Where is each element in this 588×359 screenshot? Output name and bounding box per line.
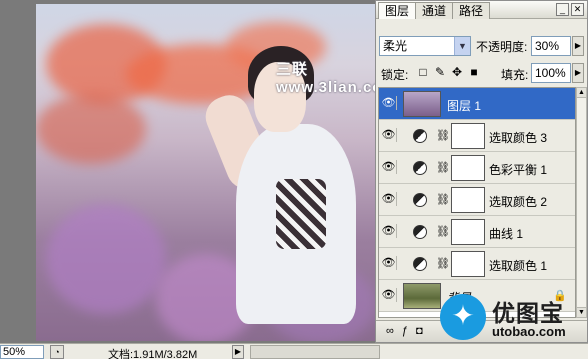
eye-icon[interactable]: 👁 (381, 224, 397, 238)
opacity-label: 不透明度: (476, 40, 528, 54)
tab-channels[interactable]: 通道 (415, 2, 454, 19)
lock-all-icon[interactable]: ■ (468, 66, 480, 79)
layer-name: 图层 1 (447, 99, 482, 113)
shirt-print (276, 179, 326, 249)
document-image[interactable] (36, 4, 378, 341)
layer-mask-thumbnail[interactable] (451, 155, 485, 181)
photoshop-window: 三联 www.3lian.com 图层 通道 路径 _ ✕ 柔光 ▼ 不透明度:… (0, 0, 588, 359)
layer-row[interactable]: 👁 ⛓ 选取颜色 2 (379, 184, 575, 216)
layer-thumbnail (403, 91, 441, 117)
layer-row[interactable]: 👁 ⛓ 选取颜色 3 (379, 120, 575, 152)
adjustment-layer-icon (413, 257, 427, 271)
eye-icon[interactable]: 👁 (381, 192, 397, 206)
bird-logo-icon: ✦ (440, 294, 486, 340)
chain-link-icon[interactable]: ⛓ (436, 257, 450, 270)
panel-close-button[interactable]: ✕ (571, 3, 584, 16)
layers-scrollbar[interactable]: ▲ ▼ (576, 87, 587, 318)
status-bar: 50% ◔ 文档:1.91M/3.82M ▶ (0, 343, 588, 359)
layer-row[interactable]: 👁 ⛓ 色彩平衡 1 (379, 152, 575, 184)
layer-mask-thumbnail[interactable] (451, 187, 485, 213)
fill-input[interactable]: 100% (531, 63, 571, 83)
opacity-input[interactable]: 30% (531, 36, 571, 56)
layer-mask-thumbnail[interactable] (451, 123, 485, 149)
eye-icon[interactable]: 👁 (381, 160, 397, 174)
chevron-down-icon[interactable]: ▼ (454, 37, 470, 55)
lock-paint-icon[interactable]: ✎ (434, 66, 446, 79)
layer-name: 曲线 1 (489, 227, 524, 241)
horizontal-scrollbar[interactable] (250, 345, 380, 359)
adjustment-layer-icon (413, 161, 427, 175)
tab-paths[interactable]: 路径 (452, 2, 491, 19)
lock-transparency-icon[interactable]: □ (417, 66, 429, 79)
layers-panel: 图层 通道 路径 _ ✕ 柔光 ▼ 不透明度: 30% ▶ 锁定: □ ✎ ✥ (375, 0, 588, 343)
eye-icon[interactable]: 👁 (381, 128, 397, 142)
fill-label: 填充: (501, 68, 529, 82)
panel-minimize-button[interactable]: _ (556, 3, 569, 16)
adjustment-layer-icon (413, 225, 427, 239)
blend-mode-select[interactable]: 柔光 ▼ (379, 36, 471, 56)
status-info-arrow-icon[interactable]: ▶ (232, 345, 244, 359)
fill-slider-toggle[interactable]: ▶ (572, 63, 584, 83)
layer-name: 选取颜色 1 (489, 259, 548, 273)
add-mask-icon[interactable]: ◘ (416, 325, 423, 337)
chain-link-icon[interactable]: ⛓ (436, 193, 450, 206)
layer-name: 选取颜色 2 (489, 195, 548, 209)
document-size-info: 文档:1.91M/3.82M (108, 349, 198, 359)
layer-thumbnail (403, 283, 441, 309)
layer-row[interactable]: 👁 图层 1 (379, 88, 575, 120)
eye-icon[interactable]: 👁 (381, 256, 397, 270)
layer-mask-thumbnail[interactable] (451, 251, 485, 277)
tab-layers[interactable]: 图层 (378, 2, 417, 19)
status-menu-icon[interactable]: ◔ (50, 345, 64, 359)
layer-row[interactable]: 👁 ⛓ 曲线 1 (379, 216, 575, 248)
adjustment-layer-icon (413, 193, 427, 207)
scroll-up-icon[interactable]: ▲ (577, 88, 586, 98)
logo-url: utobao.com (492, 324, 566, 339)
opacity-slider-toggle[interactable]: ▶ (572, 36, 584, 56)
lock-fill-row: 锁定: □ ✎ ✥ ■ 填充: 100% ▶ (379, 63, 585, 85)
layer-style-icon[interactable]: ƒ (402, 325, 408, 337)
chain-link-icon[interactable]: ⛓ (436, 225, 450, 238)
lock-position-icon[interactable]: ✥ (451, 66, 463, 79)
adjustment-layer-icon (413, 129, 427, 143)
document-canvas-area: 三联 www.3lian.com (0, 0, 396, 343)
eye-icon[interactable]: 👁 (381, 288, 397, 302)
lock-label: 锁定: (381, 68, 409, 82)
layer-name: 色彩平衡 1 (489, 163, 548, 177)
layer-row[interactable]: 👁 ⛓ 选取颜色 1 (379, 248, 575, 280)
site-logo: ✦ 优图宝 utobao.com (440, 294, 588, 340)
logo-name: 优图宝 (492, 301, 564, 327)
link-layers-icon[interactable]: ∞ (386, 325, 394, 337)
layers-list: 👁 图层 1 👁 ⛓ 选取颜色 3 👁 ⛓ 色彩平衡 1 👁 ⛓ 选取颜色 2 … (378, 87, 576, 318)
blend-opacity-row: 柔光 ▼ 不透明度: 30% ▶ (379, 36, 585, 58)
eye-icon[interactable]: 👁 (381, 96, 397, 110)
panel-tab-bar: 图层 通道 路径 _ ✕ (376, 1, 587, 19)
layer-name: 选取颜色 3 (489, 131, 548, 145)
zoom-input[interactable]: 50% (0, 345, 44, 359)
blend-mode-value: 柔光 (383, 39, 408, 53)
chain-link-icon[interactable]: ⛓ (436, 129, 450, 142)
layer-mask-thumbnail[interactable] (451, 219, 485, 245)
chain-link-icon[interactable]: ⛓ (436, 161, 450, 174)
